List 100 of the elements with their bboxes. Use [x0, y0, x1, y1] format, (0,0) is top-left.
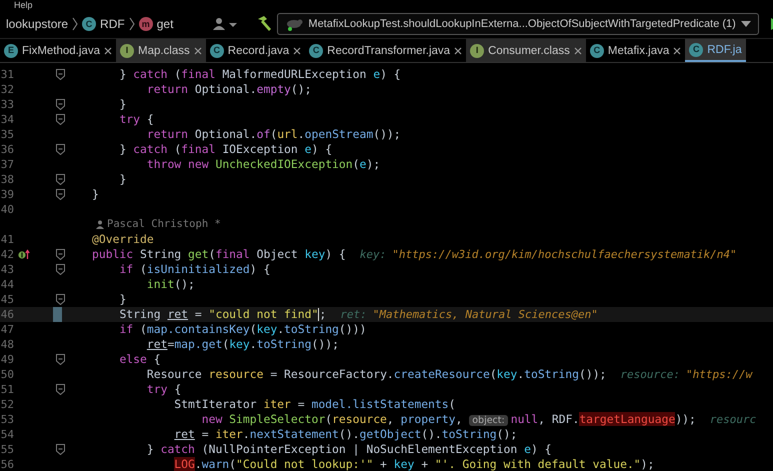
code-token: getObject [359, 427, 422, 441]
person-icon [96, 220, 104, 229]
line-number: 32 [0, 82, 14, 97]
code-token: ( [270, 127, 278, 141]
code-token: Object [256, 247, 299, 261]
code-token: nextStatement [250, 427, 339, 441]
line-number: 36 [0, 142, 14, 157]
line-number: 53 [0, 412, 14, 427]
code-token: isUninitialized [146, 262, 250, 276]
change-marker[interactable] [53, 307, 62, 322]
line-number: 48 [0, 337, 14, 352]
code-token: ) { [530, 442, 552, 456]
line-number: 55 [0, 442, 14, 457]
code-token: ) { [250, 262, 270, 276]
code-token: map.get [174, 337, 222, 351]
fold-icon[interactable] [56, 174, 65, 185]
line-number: 43 [0, 262, 14, 277]
line-number: 34 [0, 112, 14, 127]
code-token: ( [140, 322, 147, 336]
breadcrumb[interactable]: m get [138, 17, 174, 31]
code-token: @Override [92, 232, 154, 246]
code-token: ) { [311, 142, 332, 156]
code-token: , [386, 412, 395, 426]
user-menu-icon[interactable] [213, 17, 240, 31]
inline-value-hint: "Mathematics, Natural Sciences@en" [372, 308, 598, 321]
line-number: 31 [0, 67, 14, 82]
code-token: ( [448, 397, 456, 411]
caret-icon [740, 21, 751, 27]
code-token: ret [174, 427, 195, 441]
breadcrumb[interactable]: C RDF [82, 17, 125, 31]
code-token: + [421, 457, 430, 471]
code-author-hint[interactable]: Pascal Christoph * [96, 217, 221, 232]
code-token: property [400, 412, 456, 426]
code-token: ()); [373, 127, 401, 141]
line-number: 41 [0, 232, 14, 247]
code-token: (). [338, 427, 360, 441]
code-token: ( [140, 262, 147, 276]
fold-icon[interactable] [56, 294, 65, 305]
code-token: LOG [174, 457, 195, 471]
code-token: "could not find" [208, 307, 318, 321]
code-token: } [119, 292, 126, 306]
fold-icon[interactable] [56, 444, 65, 455]
code-token: . [277, 322, 284, 336]
code-token: warn [202, 457, 230, 471]
inline-value-hint: ret: [340, 308, 367, 321]
line-number: 47 [0, 322, 14, 337]
code-token: key [304, 247, 326, 261]
close-icon[interactable] [293, 46, 302, 54]
code-token: = [202, 427, 210, 441]
menu-item[interactable]: Help [14, 0, 33, 10]
fold-icon[interactable] [56, 114, 65, 125]
code-token: (). [421, 427, 442, 441]
fold-icon[interactable] [56, 264, 65, 275]
code-token: (); [290, 82, 312, 96]
code-token: Resource [146, 367, 203, 381]
code-token: key [229, 337, 250, 351]
close-icon[interactable] [194, 46, 202, 54]
close-icon[interactable] [574, 46, 582, 54]
code-token: { [146, 112, 154, 126]
code-token: ret [167, 307, 188, 321]
code-token: (); [174, 277, 195, 291]
breadcrumb[interactable]: lookupstore [6, 17, 68, 31]
code-token: ( [222, 337, 230, 351]
close-icon[interactable] [104, 46, 112, 54]
fold-icon[interactable] [56, 69, 65, 80]
code-token: StmtIterator [174, 397, 258, 411]
code-token: String [140, 247, 182, 261]
code-token: = [194, 307, 203, 321]
code-token: = ResourceFactory. [270, 367, 394, 381]
close-icon[interactable] [454, 46, 462, 54]
close-icon[interactable] [673, 46, 682, 54]
line-number: 51 [0, 382, 14, 397]
fold-icon[interactable] [56, 249, 65, 260]
editor-tab[interactable]: I Map.class [116, 39, 206, 62]
code-token: Optional. [194, 82, 257, 96]
code-token: return [146, 82, 188, 96]
fold-icon[interactable] [56, 354, 65, 365]
fold-icon[interactable] [56, 189, 65, 200]
fold-icon[interactable] [56, 384, 65, 395]
interface-icon: I [120, 44, 134, 58]
fold-icon[interactable] [56, 144, 65, 155]
class-icon: C [82, 17, 96, 31]
code-token: toString [284, 322, 339, 336]
code-token: ( [174, 142, 182, 156]
editor-tab[interactable]: C RDF.ja [685, 39, 746, 62]
code-token: } [119, 142, 128, 156]
line-number: 49 [0, 352, 14, 367]
code-token: iter [215, 427, 243, 441]
code-token: key [256, 322, 278, 336]
run-configuration-dropdown[interactable]: MetafixLookupTest.shouldLookupInExterna...ObjectOfSubjectWithTargetedPredicate (1) [277, 13, 759, 35]
line-number: 40 [0, 202, 14, 217]
code-token: ()); [578, 367, 606, 381]
fold-icon[interactable] [56, 99, 65, 110]
override-marker-icon[interactable] [18, 249, 30, 260]
code-token: resource [332, 412, 387, 426]
code-token: e [304, 142, 312, 156]
line-number: 42 [0, 247, 14, 262]
line-number: 35 [0, 127, 14, 142]
chevron-icon [72, 17, 78, 31]
editor-tab[interactable]: I Consumer.class [466, 39, 586, 62]
